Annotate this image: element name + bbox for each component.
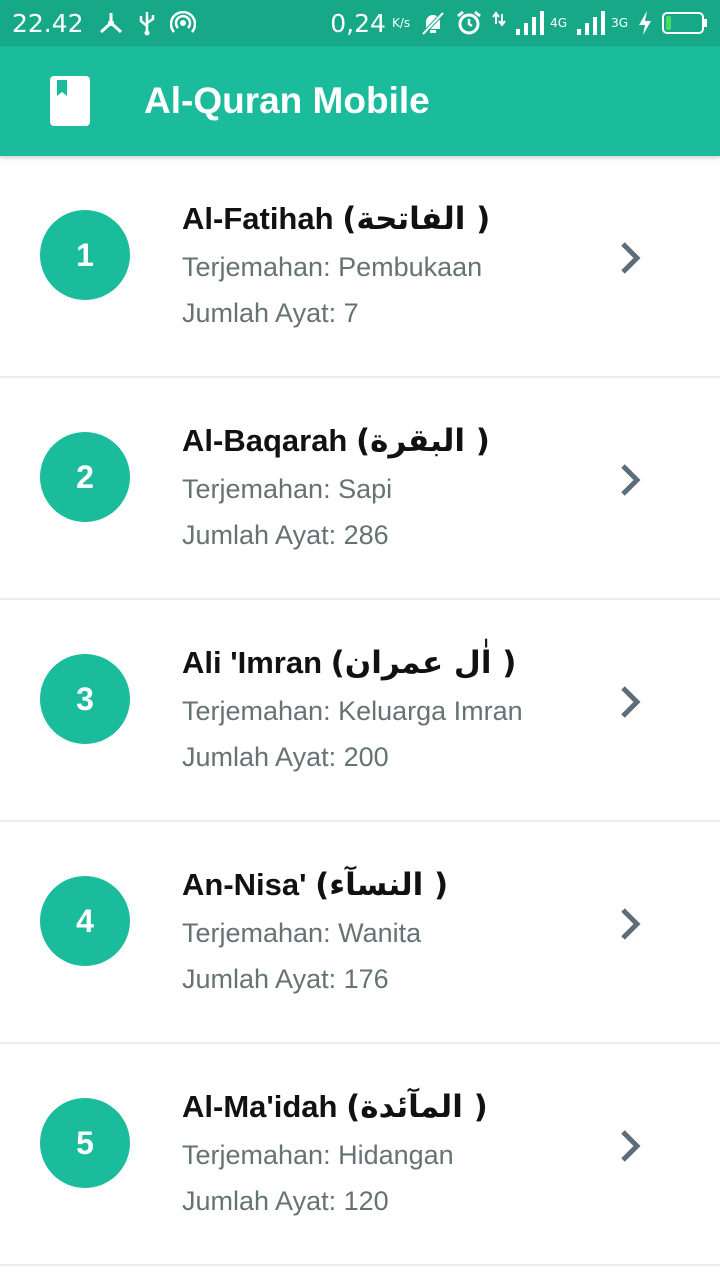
nodes-icon	[98, 11, 124, 35]
surah-title: Al-Ma'idah ( المآئدة)	[182, 1084, 488, 1130]
network-speed: 0,24	[330, 8, 386, 38]
app-title: Al-Quran Mobile	[144, 80, 430, 121]
status-time: 22.42	[12, 8, 84, 38]
surah-number-badge: 1	[40, 210, 130, 300]
surah-arabic-name: ( النسآء)	[315, 867, 449, 903]
surah-arabic-name: ( البقرة)	[356, 423, 490, 459]
surah-name: An-Nisa'	[182, 867, 307, 902]
surah-translation: Terjemahan: Keluarga Imran	[182, 696, 523, 726]
surah-title: Al-Baqarah ( البقرة)	[182, 418, 490, 464]
mute-icon	[420, 10, 446, 36]
surah-title: Al-Fatihah ( الفاتحة)	[182, 196, 490, 242]
list-item[interactable]: 3 Ali 'Imran ( اٰل عمران) Terjemahan: Ke…	[0, 600, 720, 822]
charging-icon	[638, 11, 652, 35]
chevron-right-icon	[618, 904, 644, 944]
signal-icon	[516, 11, 545, 35]
surah-name: Ali 'Imran	[182, 645, 323, 680]
battery-icon	[662, 11, 708, 35]
chevron-right-icon	[618, 460, 644, 500]
surah-arabic-name: ( اٰل عمران)	[330, 645, 517, 681]
data-arrows-icon	[492, 10, 506, 36]
app-bar: Al-Quran Mobile	[0, 46, 720, 156]
surah-ayat-count: Jumlah Ayat: 176	[182, 964, 389, 994]
surah-translation: Terjemahan: Pembukaan	[182, 252, 483, 282]
chevron-right-icon	[618, 682, 644, 722]
network-speed-unit: K/s	[391, 16, 411, 30]
chevron-right-icon	[618, 238, 644, 278]
surah-number-badge: 3	[40, 654, 130, 744]
surah-translation: Terjemahan: Sapi	[182, 474, 393, 504]
book-icon	[50, 76, 90, 126]
list-item[interactable]: 1 Al-Fatihah ( الفاتحة) Terjemahan: Pemb…	[0, 156, 720, 378]
usb-icon	[138, 10, 156, 36]
surah-list: 1 Al-Fatihah ( الفاتحة) Terjemahan: Pemb…	[0, 156, 720, 1266]
surah-number-badge: 4	[40, 876, 130, 966]
chevron-right-icon	[618, 1126, 644, 1166]
surah-title: An-Nisa' ( النسآء)	[182, 862, 448, 908]
alarm-icon	[456, 10, 482, 36]
surah-title: Ali 'Imran ( اٰل عمران)	[182, 640, 523, 686]
surah-translation: Terjemahan: Wanita	[182, 918, 422, 948]
network-type-4g: 4G	[550, 16, 568, 30]
surah-name: Al-Baqarah	[182, 423, 348, 458]
surah-ayat-count: Jumlah Ayat: 200	[182, 742, 389, 772]
status-bar: 22.42 0,24 K/s 4G 3G	[0, 0, 720, 46]
surah-arabic-name: ( المآئدة)	[346, 1089, 488, 1125]
surah-number-badge: 2	[40, 432, 130, 522]
surah-number-badge: 5	[40, 1098, 130, 1188]
surah-arabic-name: ( الفاتحة)	[342, 201, 491, 237]
list-item[interactable]: 2 Al-Baqarah ( البقرة) Terjemahan: Sapi …	[0, 378, 720, 600]
signal-icon	[577, 11, 606, 35]
hotspot-icon	[169, 10, 196, 36]
surah-ayat-count: Jumlah Ayat: 286	[182, 520, 389, 550]
surah-name: Al-Ma'idah	[182, 1089, 338, 1124]
surah-translation: Terjemahan: Hidangan	[182, 1140, 454, 1170]
surah-ayat-count: Jumlah Ayat: 7	[182, 298, 359, 328]
list-item[interactable]: 4 An-Nisa' ( النسآء) Terjemahan: Wanita …	[0, 822, 720, 1044]
surah-name: Al-Fatihah	[182, 201, 334, 236]
network-type-3g: 3G	[611, 16, 628, 30]
surah-ayat-count: Jumlah Ayat: 120	[182, 1186, 389, 1216]
list-item[interactable]: 5 Al-Ma'idah ( المآئدة) Terjemahan: Hida…	[0, 1044, 720, 1266]
